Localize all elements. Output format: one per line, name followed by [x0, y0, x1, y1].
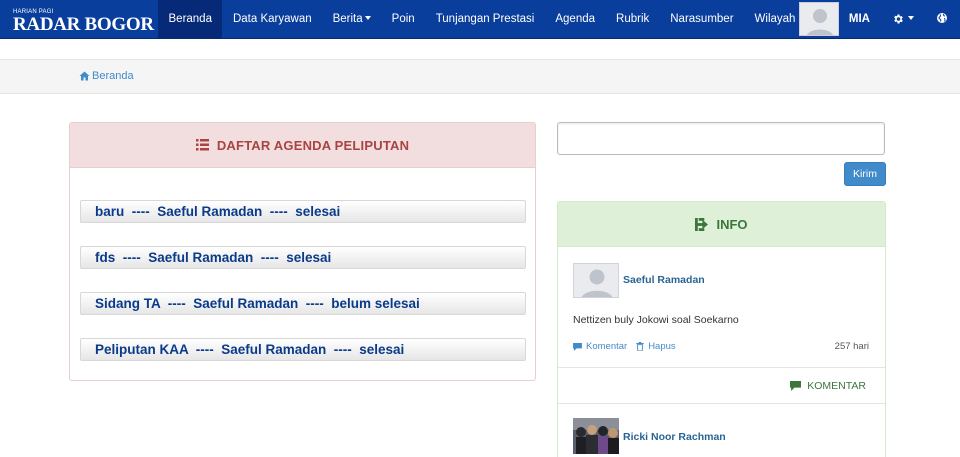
post-avatar: [573, 263, 619, 298]
agenda-item[interactable]: Peliputan KAA ---- Saeful Ramadan ---- s…: [80, 338, 526, 361]
default-avatar-icon: [574, 264, 618, 297]
nav-item-berita[interactable]: Berita: [322, 0, 381, 38]
comment-button[interactable]: Komentar: [573, 341, 627, 352]
settings-dropdown[interactable]: [892, 13, 914, 25]
nav-item-agenda[interactable]: Agenda: [545, 0, 606, 38]
post-author[interactable]: Ricki Noor Rachman: [623, 431, 726, 443]
agenda-item[interactable]: baru ---- Saeful Ramadan ---- selesai: [80, 200, 526, 223]
info-panel: INFO Saeful Ramadan Nettizen buly Jokowi…: [557, 201, 886, 457]
brand-name: RADAR BOGOR: [13, 14, 154, 35]
info-panel-heading: INFO: [558, 202, 885, 247]
info-title: INFO: [716, 216, 748, 232]
nav-label: Data Karyawan: [232, 13, 312, 25]
nav-label: Tunjangan Prestasi: [435, 13, 535, 25]
home-icon: [79, 71, 90, 81]
brand-logo[interactable]: HARIAN PAGI RADAR BOGOR: [13, 9, 154, 34]
caret-down-icon: [908, 16, 914, 20]
user-name[interactable]: MIA: [849, 13, 870, 25]
nav-label: Rubrik: [616, 13, 650, 25]
user-avatar[interactable]: [798, 2, 839, 36]
nav-item-tunjangan-prestasi[interactable]: Tunjangan Prestasi: [425, 0, 545, 38]
post-actions: Komentar Hapus: [573, 341, 685, 352]
share-icon: [695, 217, 709, 231]
top-navbar: HARIAN PAGI RADAR BOGOR Beranda Data Kar…: [0, 0, 960, 39]
group-photo: [573, 418, 619, 454]
post-age: 257 hari: [834, 341, 869, 352]
comment-icon: [573, 342, 582, 351]
divider: [558, 367, 885, 368]
agenda-item[interactable]: fds ---- Saeful Ramadan ---- selesai: [80, 246, 526, 269]
nav-item-rubrik[interactable]: Rubrik: [606, 0, 660, 38]
nav-label: Beranda: [168, 13, 212, 25]
nav-label: Poin: [391, 13, 415, 25]
divider: [558, 403, 885, 404]
globe-icon: [937, 13, 947, 23]
komentar-label: KOMENTAR: [807, 380, 866, 392]
nav-label: Berita: [332, 13, 363, 25]
agenda-panel-heading: DAFTAR AGENDA PELIPUTAN: [70, 123, 535, 168]
comment-icon: [790, 381, 802, 391]
komentar-link[interactable]: KOMENTAR: [790, 380, 866, 392]
nav-item-beranda[interactable]: Beranda: [158, 0, 223, 38]
comment-label: Komentar: [586, 341, 628, 352]
nav-label: Agenda: [555, 13, 596, 25]
post-author[interactable]: Saeful Ramadan: [623, 274, 705, 286]
breadcrumb[interactable]: Beranda: [79, 70, 134, 82]
nav-label: Narasumber: [670, 13, 734, 25]
list-icon: [195, 139, 209, 151]
nav-label: Wilayah: [754, 13, 796, 25]
gear-icon: [894, 14, 903, 24]
submit-button[interactable]: Kirim: [844, 162, 886, 186]
agenda-title: DAFTAR AGENDA PELIPUTAN: [216, 137, 410, 153]
nav-item-narasumber[interactable]: Narasumber: [660, 0, 744, 38]
message-input[interactable]: [557, 122, 885, 155]
trash-icon: [636, 342, 644, 351]
agenda-item[interactable]: Sidang TA ---- Saeful Ramadan ---- belum…: [80, 292, 526, 315]
post-text: Nettizen buly Jokowi soal Soekarno: [573, 314, 739, 326]
agenda-panel: DAFTAR AGENDA PELIPUTAN baru ---- Saeful…: [69, 122, 536, 381]
nav-item-wilayah[interactable]: Wilayah: [744, 0, 806, 38]
breadcrumb-label: Beranda: [92, 70, 134, 82]
nav-item-data-karyawan[interactable]: Data Karyawan: [222, 0, 322, 38]
globe-button[interactable]: [936, 12, 950, 26]
caret-down-icon: [364, 15, 371, 20]
main-nav: Beranda Data Karyawan Berita Poin Tunjan…: [158, 0, 806, 38]
breadcrumb-bar: Beranda: [0, 59, 960, 94]
nav-item-poin[interactable]: Poin: [381, 0, 425, 38]
delete-label: Hapus: [648, 341, 676, 352]
post-photo: [573, 418, 619, 454]
default-avatar-icon: [799, 3, 838, 35]
delete-button[interactable]: Hapus: [636, 341, 676, 352]
user-area: MIA: [798, 0, 960, 38]
